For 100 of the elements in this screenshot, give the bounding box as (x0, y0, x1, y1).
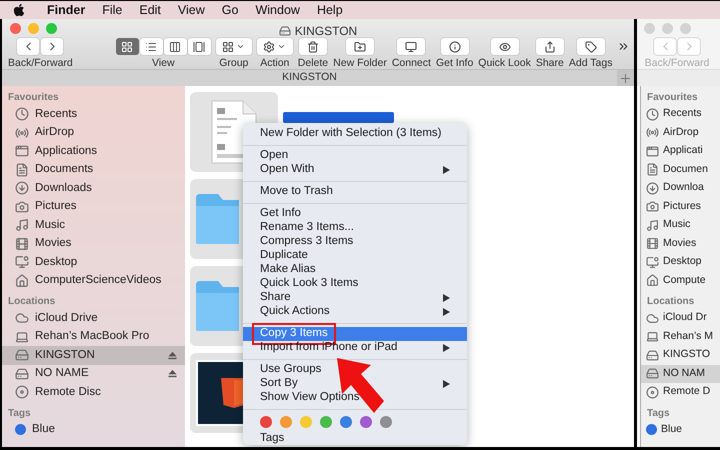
sidebar-item[interactable]: Rehan’s MacBook Pro (2, 328, 185, 346)
icon-view-icon (121, 40, 134, 52)
gear-icon (263, 40, 276, 52)
menu-bar-item[interactable]: File (102, 0, 122, 20)
menu-item[interactable]: Quick Actions (243, 305, 467, 319)
toolbar-button[interactable] (576, 38, 605, 55)
menu-item[interactable]: Duplicate (243, 249, 467, 263)
drive-icon (278, 25, 291, 37)
menu-item[interactable]: Show View Options (243, 391, 467, 405)
eject-icon[interactable] (168, 350, 177, 360)
sidebar-item[interactable]: iCloud Drive (2, 309, 185, 328)
view-mode-button[interactable] (140, 38, 163, 55)
view-mode-button[interactable] (116, 38, 139, 55)
menu-item[interactable]: Sort By (243, 377, 467, 391)
sidebar-item[interactable]: Compute (641, 272, 720, 290)
new-tab-button[interactable] (617, 70, 634, 86)
sidebar-item[interactable]: Music (641, 216, 720, 234)
sidebar-label: AirDrop (663, 124, 699, 140)
toolbar-button[interactable] (346, 38, 374, 55)
window-control[interactable] (10, 23, 21, 34)
sidebar-label: Compute (663, 272, 706, 288)
toolbar-label: Get Info (436, 57, 474, 69)
forward-button[interactable] (41, 38, 64, 55)
sidebar-item[interactable]: Recents (641, 105, 720, 124)
view-mode-button[interactable] (188, 38, 211, 55)
sidebar-item[interactable]: Remote Disc (2, 383, 185, 402)
menu-bar-item[interactable]: Edit (139, 0, 161, 20)
sidebar-item[interactable]: NO NAME (2, 364, 185, 383)
toolbar-button[interactable] (536, 38, 564, 55)
toolbar-label: Delete (298, 57, 328, 69)
sidebar-item[interactable]: ComputerScienceVideos (2, 272, 185, 290)
sidebar-item[interactable]: Applicati (641, 142, 720, 160)
menu-item[interactable]: Get Info (243, 207, 467, 221)
view-mode-button[interactable] (164, 38, 187, 55)
sidebar-item[interactable]: Desktop (2, 253, 185, 272)
menu-bar-app-name[interactable]: Finder (47, 0, 86, 20)
sidebar-item[interactable]: Movies (2, 234, 185, 253)
menu-item[interactable]: Rename 3 Items... (243, 221, 467, 235)
drive-icon (15, 348, 29, 362)
menu-bar-item[interactable]: Window (255, 0, 300, 20)
sidebar-item[interactable]: AirDrop (641, 124, 720, 142)
sidebar-item[interactable]: Recents (2, 105, 185, 124)
toolbar-button[interactable] (440, 38, 469, 55)
sidebar-item[interactable]: Music (2, 216, 185, 234)
toolbar-button[interactable] (490, 38, 519, 55)
sidebar-item[interactable]: Blue (2, 420, 185, 439)
clock-icon (15, 107, 29, 122)
sidebar-item[interactable]: Remote D (641, 383, 720, 402)
menu-item[interactable]: Make Alias (243, 263, 467, 277)
menu-bar-item[interactable]: Help (316, 0, 343, 20)
menu-item[interactable]: New Folder with Selection (3 Items) (243, 127, 467, 141)
toolbar-button[interactable] (298, 38, 327, 55)
sidebar-item[interactable]: KINGSTO (641, 346, 720, 364)
menu-item[interactable]: Move to Trash (243, 185, 467, 199)
menu-item[interactable]: Compress 3 Items (243, 235, 467, 249)
menu-item[interactable]: Open With (243, 163, 467, 177)
sidebar-item[interactable]: Pictures (2, 198, 185, 216)
sidebar-item[interactable]: Applications (2, 142, 185, 160)
menu-bar-item[interactable]: Go (222, 0, 238, 20)
eject-icon[interactable] (168, 369, 177, 378)
sidebar-label: Movies (35, 236, 72, 252)
menu-item-label: Duplicate (260, 248, 308, 264)
toolbar-button[interactable] (256, 38, 293, 55)
sidebar-item[interactable]: Rehan’s M (641, 328, 720, 346)
toolbar-button[interactable] (216, 38, 252, 55)
house-icon (646, 274, 659, 288)
menu-item-label: Show View Options (260, 390, 360, 406)
menu-bar-item[interactable]: View (178, 0, 205, 20)
sidebar-item[interactable]: Blue (641, 420, 720, 439)
menu-item[interactable]: Share (243, 291, 467, 305)
sidebar-item[interactable]: Documen (641, 160, 720, 179)
grid-icon (222, 40, 234, 52)
menu-item-label[interactable]: Tags (243, 431, 467, 445)
menu-item[interactable]: Import from iPhone or iPad (243, 341, 467, 355)
sidebar-item[interactable]: AirDrop (2, 124, 185, 142)
sidebar-item[interactable]: Movies (641, 234, 720, 253)
toolbar-button[interactable] (397, 38, 426, 55)
sidebar-label: Downloads (35, 180, 92, 196)
sidebar-label: ComputerScienceVideos (35, 273, 162, 288)
sidebar-item[interactable]: iCloud Dr (641, 309, 720, 328)
sidebar-item[interactable]: Downloads (2, 179, 185, 198)
sidebar-item[interactable]: KINGSTON (2, 346, 185, 364)
sidebar-item[interactable]: Desktop (641, 253, 720, 272)
tab-title[interactable]: KINGSTON (2, 70, 617, 86)
sidebar-item[interactable]: Downloa (641, 179, 720, 198)
menu-item[interactable]: Use Groups (243, 363, 467, 377)
document-icon (15, 162, 29, 177)
sidebar-label: NO NAME (35, 366, 89, 382)
sidebar-item[interactable]: NO NAM (641, 364, 720, 383)
eye-icon (498, 40, 511, 52)
monitor-icon (646, 256, 659, 269)
disc-icon (15, 385, 29, 400)
sidebar-label: Movies (663, 236, 696, 251)
back-button[interactable] (17, 38, 40, 55)
menu-item[interactable]: Open (243, 149, 467, 163)
sidebar-item[interactable]: Documents (2, 160, 185, 179)
sidebar-item[interactable]: Pictures (641, 198, 720, 216)
menu-item[interactable]: Quick Look 3 Items (243, 277, 467, 291)
apple-logo-icon[interactable] (12, 3, 26, 17)
app-window-icon (646, 144, 659, 158)
